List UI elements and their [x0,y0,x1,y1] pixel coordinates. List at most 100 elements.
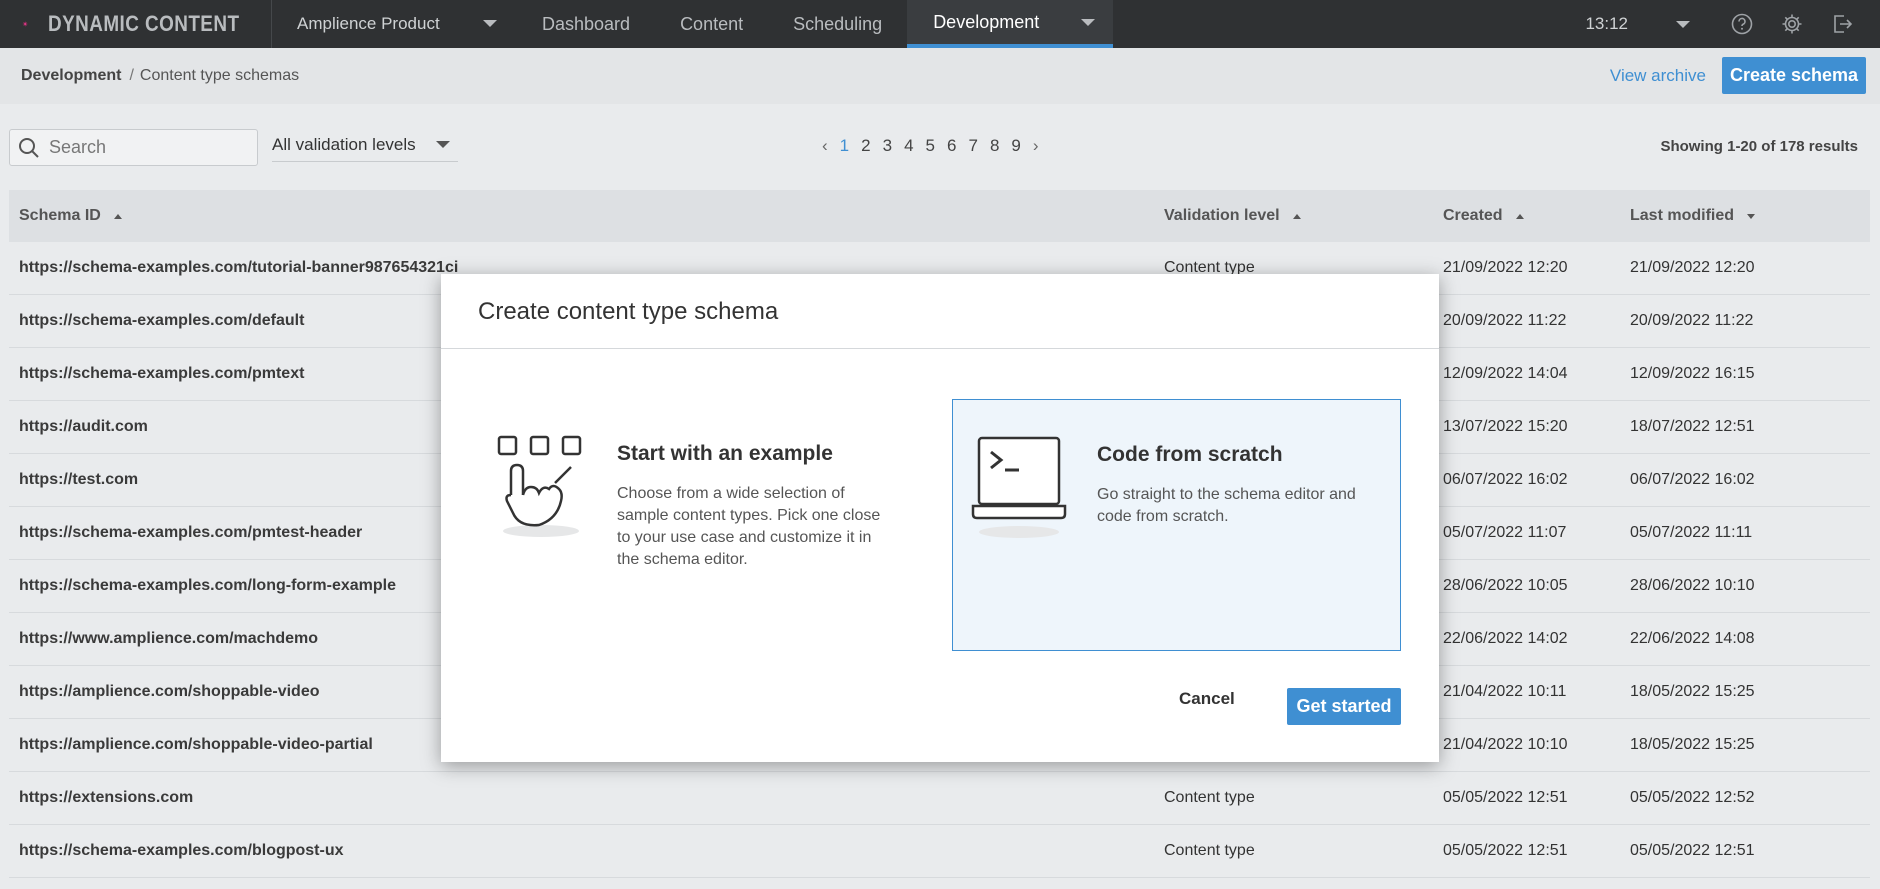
column-header-label: Created [1443,207,1503,224]
page-link-current[interactable]: 1 [840,136,849,156]
create-schema-dialog: Create content type schema Start with an… [441,274,1439,762]
column-header-schema-id[interactable]: Schema ID [19,207,122,225]
option-start-with-example[interactable]: Start with an example Choose from a wide… [477,399,897,651]
dialog-title: Create content type schema [478,298,779,325]
clock-time: 13:12 [1585,14,1628,33]
table-row[interactable]: https://extensions.com Content type 05/05/… [9,772,1870,825]
hand-pointer-icon [497,435,582,537]
column-header-validation[interactable]: Validation level [1164,207,1301,225]
page-link[interactable]: 7 [968,136,977,156]
option-code-from-scratch[interactable]: Code from scratch Go straight to the sch… [952,399,1401,651]
schema-id-cell[interactable]: https://extensions.com [19,789,193,807]
modified-cell: 18/05/2022 15:25 [1630,683,1755,700]
divider [441,348,1439,349]
column-header-created[interactable]: Created [1443,207,1524,225]
schema-id-cell[interactable]: https://amplience.com/shoppable-video-pa… [19,736,373,754]
breadcrumb-current: Content type schemas [139,67,300,84]
column-header-label: Validation level [1164,207,1280,224]
modified-cell: 21/09/2022 12:20 [1630,259,1755,276]
page-link[interactable]: 3 [883,136,892,156]
logo[interactable]: DYNAMIC CONTENT [0,0,272,48]
created-cell: 05/05/2022 12:51 [1443,842,1568,859]
page-link[interactable]: 5 [926,136,935,156]
modified-cell: 22/06/2022 14:08 [1630,630,1755,647]
cancel-button[interactable]: Cancel [1179,689,1235,709]
page-link[interactable]: 6 [947,136,956,156]
schema-id-cell[interactable]: https://schema-examples.com/pmtext [19,365,304,383]
schema-id-cell[interactable]: https://schema-examples.com/long-form-ex… [19,577,396,595]
validation-level-value: All validation levels [272,134,416,154]
chevron-left-icon[interactable]: ‹ [822,136,828,156]
modified-cell: 05/07/2022 11:11 [1630,524,1753,541]
sort-asc-icon [113,213,122,219]
sort-asc-icon [1292,213,1301,219]
option-title: Start with an example [617,442,833,465]
validation-level-select[interactable]: All validation levels [272,128,458,162]
pagination: ‹ 1 2 3 4 5 6 7 8 9 › [822,136,1051,156]
schema-id-cell[interactable]: https://schema-examples.com/default [19,312,304,330]
sort-desc-icon [1747,213,1756,219]
modified-cell: 18/07/2022 12:51 [1630,418,1755,435]
tab-label: Development [933,11,1040,32]
modified-cell: 12/09/2022 16:15 [1630,365,1755,382]
create-schema-button[interactable]: Create schema [1722,57,1866,94]
tab-label: Dashboard [542,13,631,34]
hub-name: Amplience Product [297,14,440,33]
search-icon [19,137,39,158]
modified-cell: 05/05/2022 12:52 [1630,789,1755,806]
modified-cell: 28/06/2022 10:10 [1630,577,1755,594]
sort-asc-icon [1515,213,1524,219]
modified-cell: 20/09/2022 11:22 [1630,312,1754,329]
page-link[interactable]: 2 [861,136,870,156]
created-cell: 22/06/2022 14:02 [1443,630,1568,647]
option-description: Choose from a wide selection of sample c… [617,485,881,568]
table-row[interactable]: https://schema-examples.com/blogpost-ux C… [9,825,1870,878]
terminal-laptop-icon [971,436,1067,538]
created-cell: 21/09/2022 12:20 [1443,259,1568,276]
schema-id-cell[interactable]: https://test.com [19,471,138,489]
chevron-down-icon [483,20,497,27]
schema-id-cell[interactable]: https://audit.com [19,418,148,436]
column-header-modified[interactable]: Last modified [1630,207,1756,225]
search-input[interactable] [49,137,239,158]
tab-dashboard[interactable]: Dashboard [517,0,655,48]
schema-id-cell[interactable]: https://schema-examples.com/tutorial-ban… [19,259,458,277]
tab-label: Content [680,13,744,34]
breadcrumb-root[interactable]: Development [21,67,121,85]
created-cell: 05/05/2022 12:51 [1443,789,1568,806]
gear-icon[interactable] [1780,12,1804,36]
option-description: Go straight to the schema editor and cod… [1097,486,1356,525]
chevron-down-icon[interactable] [1676,20,1690,28]
top-navigation-bar: DYNAMIC CONTENT Amplience Product Dashbo… [0,0,1880,48]
tab-development[interactable]: Development [907,0,1114,48]
get-started-button[interactable]: Get started [1287,688,1401,725]
view-archive-link[interactable]: View archive [1610,66,1706,86]
logout-icon[interactable] [1830,12,1854,36]
hub-selector[interactable]: Amplience Product [272,0,517,48]
created-cell: 21/04/2022 10:10 [1443,736,1568,753]
option-title: Code from scratch [1097,443,1283,466]
modified-cell: 06/07/2022 16:02 [1630,471,1755,488]
chevron-down-icon [436,141,450,148]
schema-id-cell[interactable]: https://amplience.com/shoppable-video [19,683,320,701]
breadcrumb: Development / Content type schemas View … [0,48,1880,104]
schema-id-cell[interactable]: https://www.amplience.com/machdemo [19,630,318,648]
created-cell: 28/06/2022 10:05 [1443,577,1568,594]
page-link[interactable]: 4 [904,136,913,156]
page-link[interactable]: 8 [990,136,999,156]
column-header-label: Schema ID [19,207,101,224]
created-cell: 05/07/2022 11:07 [1443,524,1567,541]
schema-id-cell[interactable]: https://schema-examples.com/pmtest-heade… [19,524,362,542]
page-link[interactable]: 9 [1011,136,1020,156]
help-icon[interactable] [1730,12,1754,36]
logo-star-icon [22,21,29,27]
validation-cell: Content type [1164,789,1255,806]
chevron-right-icon[interactable]: › [1033,136,1039,156]
breadcrumb-separator: / [129,67,134,84]
created-cell: 21/04/2022 10:11 [1443,683,1567,700]
chevron-down-icon[interactable] [1081,19,1096,26]
tab-scheduling[interactable]: Scheduling [768,0,907,48]
schema-id-cell[interactable]: https://schema-examples.com/blogpost-ux [19,842,344,860]
created-cell: 06/07/2022 16:02 [1443,471,1568,488]
tab-content[interactable]: Content [655,0,768,48]
